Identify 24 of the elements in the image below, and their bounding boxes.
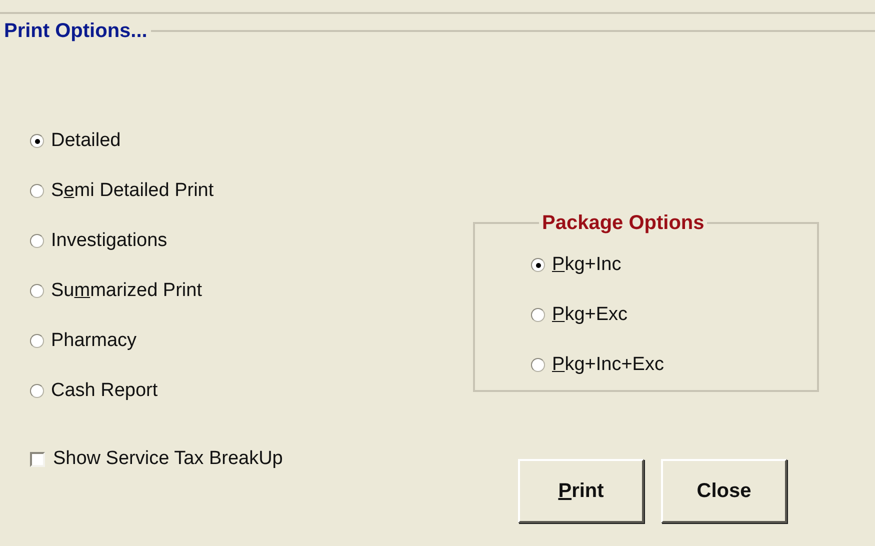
radio-button[interactable] [531,308,545,322]
option-label[interactable]: Pkg+Inc [552,250,622,280]
radio-button[interactable] [531,358,545,372]
radio-button[interactable] [531,258,545,272]
option-label[interactable]: Pkg+Exc [552,300,628,330]
option-label[interactable]: Semi Detailed Print [51,176,214,206]
checkbox-label[interactable]: Show Service Tax BreakUp [53,444,283,474]
option-label[interactable]: Investigations [51,226,168,256]
option-label[interactable]: Pkg+Inc+Exc [552,350,664,380]
option-label[interactable]: Summarized Print [51,276,202,306]
radio-button[interactable] [30,234,44,248]
radio-button[interactable] [30,334,44,348]
group-title: Print Options... [4,19,148,44]
checkbox[interactable] [30,452,45,466]
radio-button[interactable] [30,184,44,198]
group-title: Package Options [541,211,706,236]
option-label[interactable]: Pharmacy [51,326,137,356]
option-label[interactable]: Detailed [51,126,121,156]
radio-button[interactable] [30,384,44,398]
dialog-button[interactable]: Print [518,459,644,523]
radio-button[interactable] [30,284,44,298]
option-label[interactable]: Cash Report [51,376,158,406]
dialog-button[interactable]: Close [661,459,787,523]
radio-button[interactable] [30,134,44,148]
